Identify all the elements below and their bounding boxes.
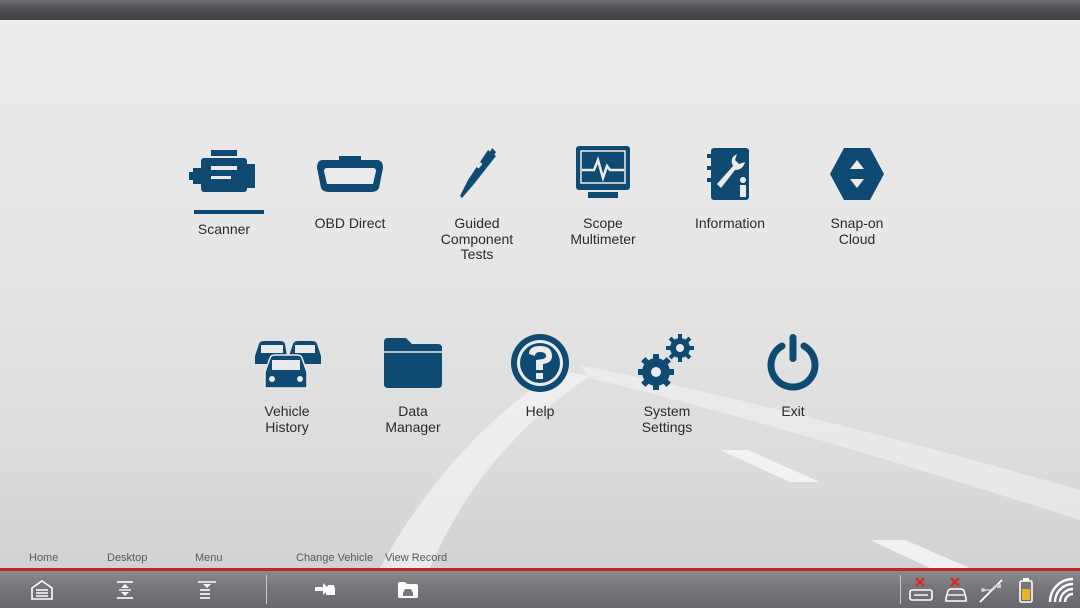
bottom-toolbar <box>0 571 1080 608</box>
home-screen: Scanner OBD Direct Guided Component Test… <box>0 20 1080 568</box>
tile-label: Guided Component Tests <box>440 215 514 262</box>
tile-label: Scope Multimeter <box>570 215 636 247</box>
tile-label: Vehicle History <box>264 403 310 435</box>
tile-label: System Settings <box>641 403 693 435</box>
vci-disconnected-icon <box>909 577 933 601</box>
vci-status-button[interactable] <box>906 576 936 604</box>
tile-information[interactable]: Information <box>670 144 790 232</box>
home-label: Home <box>29 552 59 564</box>
bottom-button-labels: Home Desktop Menu Change Vehicle View Re… <box>0 550 1080 568</box>
menu-button[interactable] <box>192 576 222 604</box>
test-probe-icon <box>460 148 496 198</box>
battery-icon <box>1019 578 1033 603</box>
tile-label: Information <box>694 215 766 231</box>
obd-connector-icon <box>317 156 383 192</box>
vehicle-status-button[interactable] <box>941 576 971 604</box>
tile-help[interactable]: Help <box>480 332 600 420</box>
menu-label: Menu <box>195 552 223 564</box>
tile-obd-direct[interactable]: OBD Direct <box>290 144 410 232</box>
view-record-button[interactable] <box>393 576 423 604</box>
toolbar-divider <box>266 575 267 604</box>
vehicles-icon <box>255 341 321 389</box>
tile-label: Exit <box>781 403 805 419</box>
wifi-icon <box>1048 577 1074 603</box>
view-record-folder-icon <box>398 582 418 598</box>
desktop-collapse-icon <box>117 581 133 599</box>
tile-label: Snap-on Cloud <box>830 215 884 247</box>
help-icon <box>511 334 569 392</box>
tile-data-manager[interactable]: Data Manager <box>353 332 473 435</box>
status-divider <box>900 575 901 604</box>
gears-icon <box>638 334 694 390</box>
road-background <box>380 365 1080 568</box>
tile-scanner[interactable]: Scanner <box>164 144 284 238</box>
engine-icon <box>189 150 255 192</box>
folder-icon <box>384 338 442 388</box>
scanner-selected-indicator <box>194 210 264 214</box>
tile-scope-multimeter[interactable]: Scope Multimeter <box>543 144 663 247</box>
hexagon-arrows-icon <box>830 148 884 200</box>
home-button[interactable] <box>27 576 57 604</box>
tile-system-settings[interactable]: System Settings <box>607 332 727 435</box>
change-vehicle-button[interactable] <box>310 576 340 604</box>
top-status-bar <box>0 0 1080 20</box>
tile-label: Scanner <box>197 221 251 237</box>
power-icon <box>767 334 819 391</box>
tile-label: Data Manager <box>385 403 441 435</box>
home-garage-icon <box>31 580 53 600</box>
tile-vehicle-history[interactable]: Vehicle History <box>227 332 347 435</box>
scope-monitor-icon <box>576 146 630 198</box>
wifi-status-button[interactable] <box>1046 576 1076 604</box>
battery-status <box>1011 576 1041 604</box>
desktop-label: Desktop <box>107 552 148 564</box>
info-book-icon <box>707 148 749 200</box>
usb-status-button[interactable] <box>976 576 1006 604</box>
tile-guided-component-tests[interactable]: Guided Component Tests <box>417 144 537 263</box>
change-vehicle-icon <box>315 583 335 595</box>
menu-list-icon <box>198 581 216 599</box>
tile-label: Help <box>525 403 555 419</box>
desktop-button[interactable] <box>110 576 140 604</box>
change-vehicle-label: Change Vehicle <box>296 552 374 564</box>
tile-snap-on-cloud[interactable]: Snap-on Cloud <box>797 144 917 247</box>
view-record-label: View Record <box>385 552 448 564</box>
usb-disconnected-icon <box>979 579 1003 603</box>
tile-label: OBD Direct <box>314 215 386 231</box>
vehicle-disconnected-icon <box>945 577 967 602</box>
tile-exit[interactable]: Exit <box>733 332 853 420</box>
